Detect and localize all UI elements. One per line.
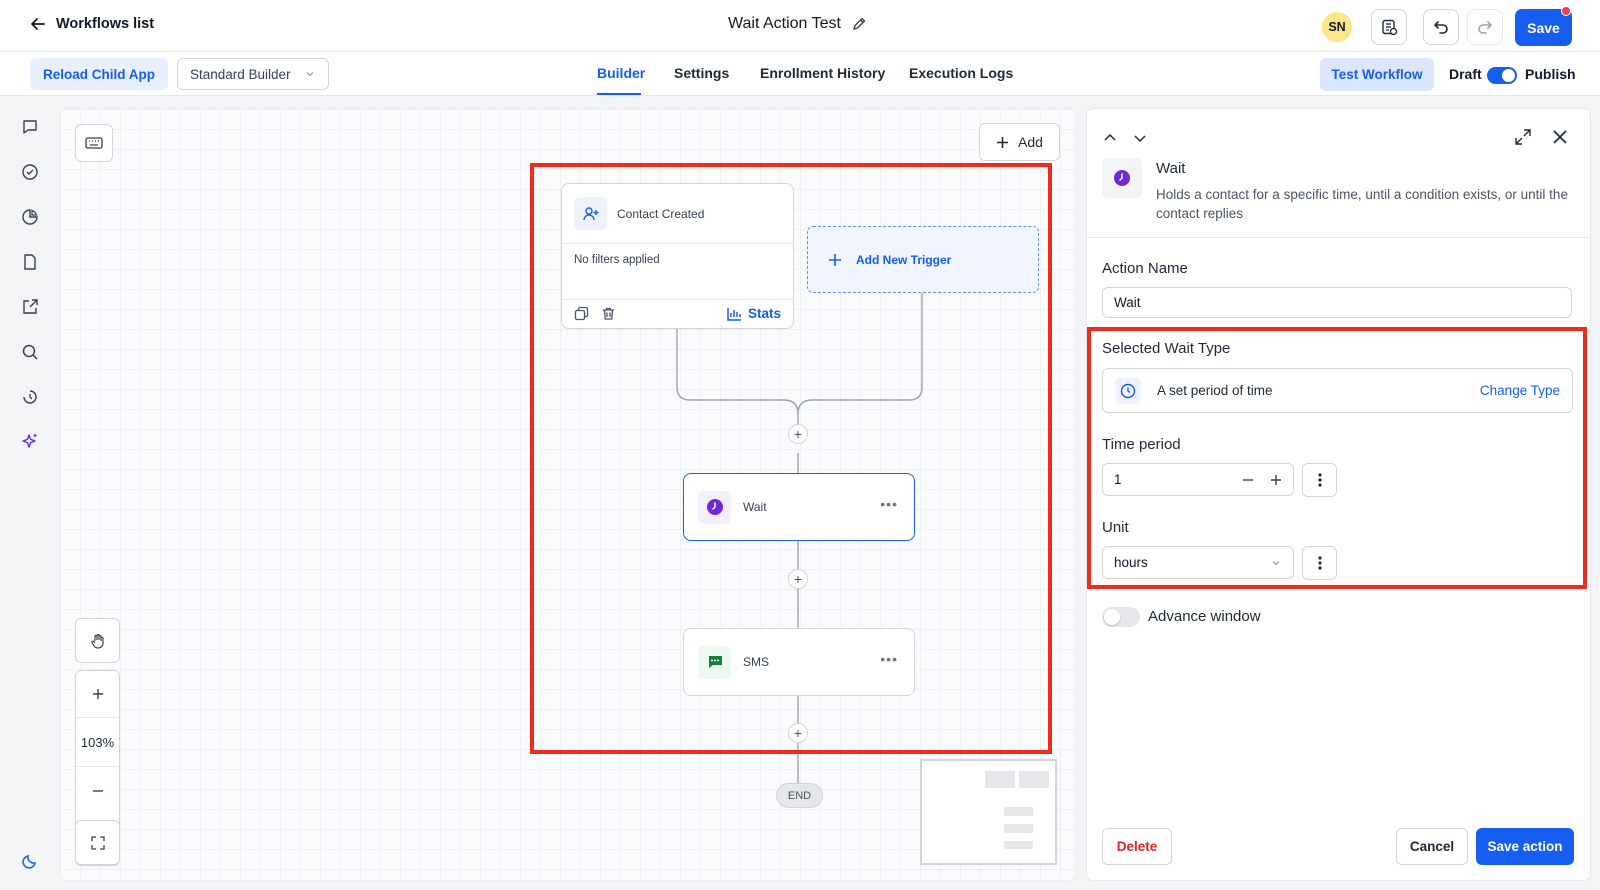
pencil-icon[interactable] [851,16,867,32]
workflow-title[interactable]: Wait Action Test [728,15,867,33]
back-to-workflows-link[interactable]: Workflows list [30,16,154,32]
advance-window-toggle[interactable] [1102,607,1140,627]
divider [1087,237,1590,238]
zoom-out-button[interactable] [76,767,119,815]
plus-icon [996,136,1009,149]
cancel-button[interactable]: Cancel [1396,828,1468,865]
active-tab-indicator [597,93,641,95]
minimap-node [985,771,1015,788]
delete-button[interactable]: Delete [1102,828,1172,865]
moon-icon[interactable] [19,850,41,872]
redo-button[interactable] [1467,9,1503,45]
history-icon[interactable] [19,386,41,408]
publish-label: Publish [1525,66,1576,82]
maximize-icon[interactable] [1514,128,1532,146]
undo-icon [1432,18,1450,36]
chevron-down-icon[interactable] [1132,130,1148,146]
action-name-label: Action Name [1102,260,1188,277]
workflow-title-text: Wait Action Test [728,15,841,32]
action-description: Holds a contact for a specific time, unt… [1156,187,1568,221]
notes-button[interactable] [1371,9,1407,45]
top-bar: Workflows list Wait Action Test SN Save [0,0,1600,52]
avatar[interactable]: SN [1322,12,1352,42]
document-icon[interactable] [19,251,41,273]
undo-button[interactable] [1423,9,1459,45]
tab-execution-logs[interactable]: Execution Logs [909,65,1013,81]
minimap-node [1004,824,1033,833]
chevron-down-icon [304,68,316,80]
keyboard-icon [85,136,103,150]
hand-icon [90,633,106,649]
builder-toolbar: Reload Child App Standard Builder Builde… [0,52,1600,96]
chevron-up-icon[interactable] [1102,130,1118,146]
external-link-icon[interactable] [19,296,41,318]
highlight-box-wait-settings [1087,327,1587,589]
reload-child-app-button[interactable]: Reload Child App [30,58,168,90]
action-title: Wait [1156,160,1186,177]
minimap-node [1004,841,1033,849]
clipboard-icon [1380,18,1398,36]
draft-label: Draft [1449,66,1482,82]
zoom-in-button[interactable] [76,671,119,718]
end-marker: END [776,783,823,808]
clock-icon [1102,158,1142,198]
expand-icon [90,835,105,850]
back-label: Workflows list [56,16,155,32]
pie-chart-icon[interactable] [19,206,41,228]
close-icon[interactable] [1552,129,1568,145]
toggle-knob [1104,609,1120,625]
arrow-left-icon [30,16,46,32]
search-icon[interactable] [19,341,41,363]
keyboard-shortcuts-button[interactable] [75,124,113,162]
builder-mode-select[interactable]: Standard Builder [177,58,329,90]
advance-window-label: Advance window [1148,608,1261,625]
notification-dot [1561,6,1571,16]
tab-enrollment-history[interactable]: Enrollment History [760,65,885,81]
save-action-button[interactable]: Save action [1476,828,1574,865]
minimap-node [1019,771,1049,788]
chat-icon[interactable] [19,116,41,138]
tab-builder[interactable]: Builder [597,65,645,81]
tab-settings[interactable]: Settings [674,65,729,81]
publish-toggle[interactable] [1487,67,1517,84]
fit-view-button[interactable] [75,820,120,865]
test-workflow-button[interactable]: Test Workflow [1320,58,1434,91]
redo-icon [1476,18,1494,36]
plus-icon [92,688,104,700]
builder-mode-value: Standard Builder [190,66,291,82]
action-name-input[interactable]: Wait [1102,287,1572,318]
zoom-level: 103% [76,718,119,767]
pan-mode-button[interactable] [75,618,120,663]
minimap[interactable] [920,759,1057,865]
minimap-node [1004,807,1033,816]
minus-icon [92,785,104,797]
highlight-box-canvas [530,163,1052,754]
sparkle-icon[interactable] [19,431,41,453]
check-circle-icon[interactable] [19,161,41,183]
add-button[interactable]: Add [979,123,1060,161]
add-label: Add [1018,134,1043,150]
